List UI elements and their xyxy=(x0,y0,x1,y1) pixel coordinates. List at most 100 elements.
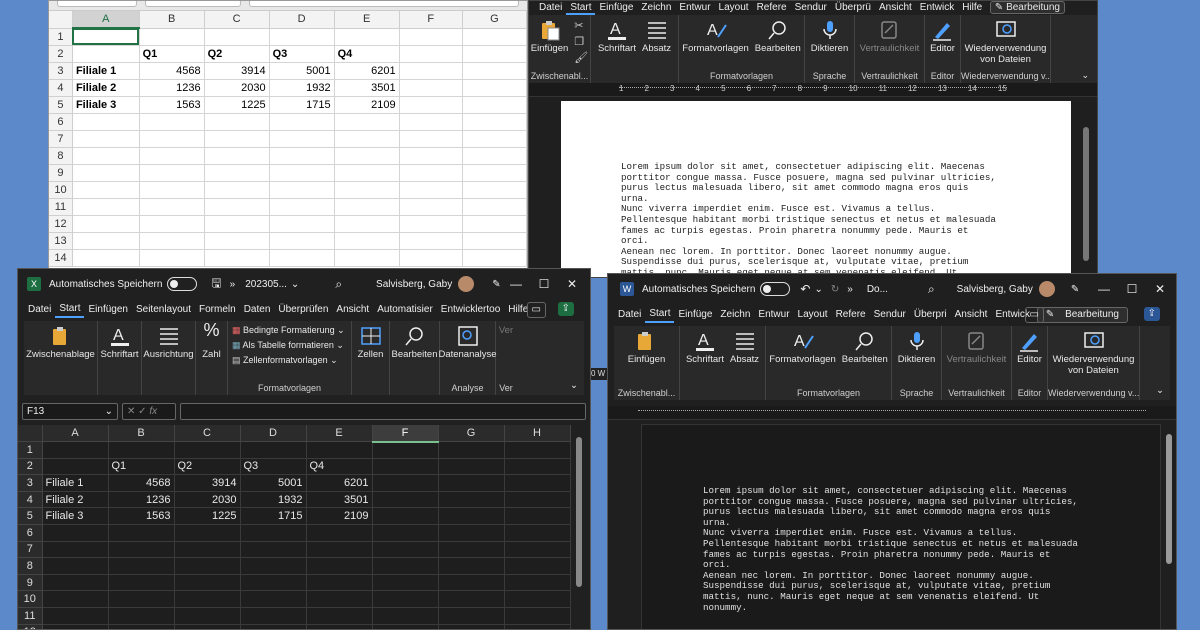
dictate-button[interactable]: Diktieren xyxy=(811,19,848,54)
cut-icon[interactable]: ✂ xyxy=(574,19,588,32)
cell[interactable] xyxy=(42,524,109,542)
row-header[interactable]: 7 xyxy=(18,541,43,559)
cell[interactable] xyxy=(399,62,463,80)
cell[interactable] xyxy=(399,130,463,148)
cell[interactable] xyxy=(108,524,175,542)
cell[interactable]: Q4 xyxy=(306,458,373,476)
row-header[interactable]: 9 xyxy=(18,574,43,592)
column-header[interactable]: C xyxy=(204,11,270,29)
sensitivity-button[interactable]: Vertraulichkeit xyxy=(860,19,919,54)
tab-8[interactable]: Automatisier xyxy=(373,303,437,317)
cell[interactable] xyxy=(462,147,527,165)
conditional-formatting-button[interactable]: ▦ Bedingte Formatierung ⌄ xyxy=(232,325,345,336)
editing-button[interactable]: Bearbeiten xyxy=(755,19,801,54)
cell[interactable] xyxy=(438,557,505,575)
cell[interactable] xyxy=(462,215,527,233)
cell[interactable] xyxy=(269,249,335,267)
tab-8[interactable]: Überprü xyxy=(831,1,875,15)
share-icon[interactable]: ⇪ xyxy=(1143,307,1160,321)
editing-button[interactable]: Bearbeiten xyxy=(392,325,437,360)
cell[interactable] xyxy=(306,541,373,559)
cell[interactable]: 1225 xyxy=(204,96,270,114)
tab-4[interactable]: Entwur xyxy=(675,1,714,15)
cancel-icon[interactable]: ✕ xyxy=(127,406,135,417)
formula-controls[interactable] xyxy=(145,1,241,7)
name-box[interactable] xyxy=(57,1,137,7)
cell[interactable]: 4568 xyxy=(139,62,205,80)
cell[interactable] xyxy=(334,130,400,148)
close-icon[interactable]: ✕ xyxy=(1146,274,1174,304)
cell[interactable] xyxy=(372,491,439,509)
cell[interactable] xyxy=(42,441,109,459)
cell[interactable] xyxy=(399,79,463,97)
cell[interactable]: 3501 xyxy=(306,491,373,509)
row-header[interactable]: 10 xyxy=(49,181,73,199)
cell[interactable] xyxy=(399,215,463,233)
more-commands-icon[interactable]: » xyxy=(230,279,236,290)
cell[interactable] xyxy=(399,164,463,182)
tab-2[interactable]: Einfüge xyxy=(674,308,716,322)
cell[interactable] xyxy=(204,249,270,267)
cells-button[interactable]: Zellen xyxy=(358,325,383,360)
tab-2[interactable]: Einfüge xyxy=(595,1,637,15)
row-header[interactable]: 11 xyxy=(49,198,73,216)
tab-6[interactable]: Refere xyxy=(832,308,870,322)
cell[interactable]: 6201 xyxy=(306,474,373,492)
cell[interactable] xyxy=(108,590,175,609)
column-header[interactable]: G xyxy=(438,425,505,443)
cell[interactable] xyxy=(42,574,109,592)
cell[interactable] xyxy=(399,96,463,114)
cell[interactable] xyxy=(462,249,527,267)
tab-10[interactable]: Entwick xyxy=(916,1,958,15)
undo-icon[interactable]: ↶ xyxy=(800,282,810,296)
cell[interactable] xyxy=(372,524,439,542)
tab-1[interactable]: Start xyxy=(566,1,596,15)
chevron-down-icon[interactable]: ⌄ xyxy=(291,279,299,290)
collapse-ribbon-icon[interactable]: ⌄ xyxy=(570,380,578,391)
cell[interactable] xyxy=(204,28,270,46)
cell[interactable]: 1225 xyxy=(174,507,241,526)
cell[interactable]: 1932 xyxy=(240,491,307,509)
cell[interactable] xyxy=(462,164,527,182)
cell[interactable] xyxy=(108,557,175,575)
cell[interactable] xyxy=(174,524,241,542)
cell[interactable] xyxy=(174,624,241,629)
save-icon[interactable]: 🖫 xyxy=(211,274,221,295)
tab-2[interactable]: Einfügen xyxy=(84,303,131,317)
tab-0[interactable]: Datei xyxy=(614,308,645,322)
autosave-toggle[interactable] xyxy=(167,277,198,291)
row-header[interactable]: 13 xyxy=(49,232,73,250)
cell[interactable] xyxy=(438,590,505,609)
cell[interactable] xyxy=(504,607,571,625)
cell[interactable] xyxy=(204,147,270,165)
cell[interactable] xyxy=(42,590,109,609)
cell[interactable] xyxy=(269,164,335,182)
cell[interactable]: 1563 xyxy=(108,507,175,526)
cell[interactable] xyxy=(504,557,571,575)
data-analysis-button[interactable]: Datenanalyse xyxy=(438,325,497,360)
cell[interactable] xyxy=(372,607,439,625)
cell[interactable] xyxy=(462,28,527,46)
cell[interactable] xyxy=(372,574,439,592)
cell[interactable] xyxy=(72,249,140,267)
editing-button[interactable]: Bearbeiten xyxy=(842,330,888,365)
cell[interactable] xyxy=(174,574,241,592)
cell[interactable] xyxy=(204,113,270,131)
column-header[interactable]: H xyxy=(504,425,571,443)
row-header[interactable]: 7 xyxy=(49,130,73,148)
comments-icon[interactable]: ▭ xyxy=(1024,307,1044,323)
tab-4[interactable]: Entwur xyxy=(754,308,793,322)
cell[interactable] xyxy=(438,507,505,526)
paragraph-button[interactable]: Absatz xyxy=(730,330,759,365)
function-icon[interactable]: fx xyxy=(149,406,157,417)
redo-icon[interactable]: ↻ xyxy=(831,284,839,295)
editor-button[interactable]: Editor xyxy=(1017,330,1042,365)
cell[interactable] xyxy=(399,113,463,131)
cell[interactable] xyxy=(204,215,270,233)
font-button[interactable]: A Schriftart xyxy=(598,19,636,54)
cell[interactable] xyxy=(399,147,463,165)
word-top-page[interactable]: Lorem ipsum dolor sit amet, consectetuer… xyxy=(561,101,1071,277)
cell[interactable]: 2030 xyxy=(204,79,270,97)
paste-button[interactable]: Einfügen xyxy=(628,330,665,365)
cell[interactable] xyxy=(334,113,400,131)
